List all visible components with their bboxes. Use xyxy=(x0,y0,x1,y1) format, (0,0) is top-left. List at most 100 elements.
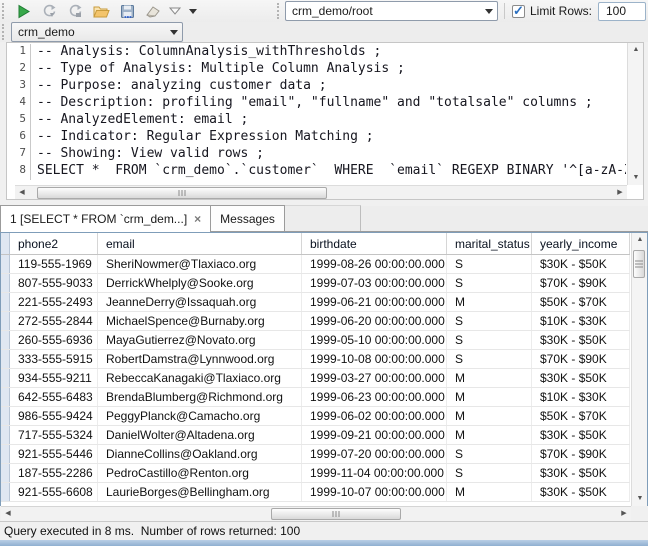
commit-button[interactable] xyxy=(36,1,62,21)
table-cell[interactable]: DanielWolter@Altadena.org xyxy=(98,426,302,444)
table-cell[interactable]: $70K - $90K xyxy=(532,350,630,368)
editor-line[interactable]: 3-- Purpose: analyzing customer data ; xyxy=(7,78,626,95)
table-cell[interactable]: 1999-06-21 00:00:00.000 xyxy=(302,293,447,311)
table-cell[interactable]: RobertDamstra@Lynnwood.org xyxy=(98,350,302,368)
table-row[interactable]: 260-555-6936MayaGutierrez@Novato.org1999… xyxy=(1,331,630,350)
table-cell[interactable]: 1999-11-04 00:00:00.000 xyxy=(302,464,447,482)
table-row[interactable]: 642-555-6483BrendaBlumberg@Richmond.org1… xyxy=(1,388,630,407)
scroll-right-icon[interactable]: ▶ xyxy=(617,507,631,521)
open-dropdown-button[interactable] xyxy=(166,1,184,21)
scroll-left-icon[interactable]: ◀ xyxy=(15,186,29,200)
table-cell[interactable]: 1999-08-26 00:00:00.000 xyxy=(302,255,447,273)
table-cell[interactable]: 272-555-2844 xyxy=(10,312,98,330)
table-cell[interactable]: 1999-07-03 00:00:00.000 xyxy=(302,274,447,292)
table-cell[interactable]: S xyxy=(447,312,532,330)
table-row[interactable]: 807-555-9033DerrickWhelply@Sooke.org1999… xyxy=(1,274,630,293)
column-header-phone2[interactable]: phone2 xyxy=(10,233,98,254)
scrollbar-thumb[interactable] xyxy=(633,250,645,278)
table-vertical-scrollbar[interactable]: ▲ ▼ xyxy=(631,233,647,506)
table-cell[interactable]: DianneCollins@Oakland.org xyxy=(98,445,302,463)
connection-combo[interactable]: crm_demo/root xyxy=(285,1,498,21)
editor-line[interactable]: 1-- Analysis: ColumnAnalysis_withThresho… xyxy=(7,44,626,61)
table-row[interactable]: 986-555-9424PeggyPlanck@Camacho.org1999-… xyxy=(1,407,630,426)
table-cell[interactable]: PedroCastillo@Renton.org xyxy=(98,464,302,482)
editor-line[interactable]: 2-- Type of Analysis: Multiple Column An… xyxy=(7,61,626,78)
close-icon[interactable]: × xyxy=(194,212,201,226)
table-cell[interactable]: 717-555-5324 xyxy=(10,426,98,444)
column-header-birthdate[interactable]: birthdate xyxy=(302,233,447,254)
table-cell[interactable]: 921-555-6608 xyxy=(10,483,98,501)
table-row[interactable]: 221-555-2493JeanneDerry@Issaquah.org1999… xyxy=(1,293,630,312)
table-cell[interactable]: SheriNowmer@Tlaxiaco.org xyxy=(98,255,302,273)
table-cell[interactable]: 221-555-2493 xyxy=(10,293,98,311)
scroll-right-icon[interactable]: ▶ xyxy=(613,186,627,200)
scroll-up-icon[interactable]: ▲ xyxy=(633,233,647,247)
table-cell[interactable]: RebeccaKanagaki@Tlaxiaco.org xyxy=(98,369,302,387)
table-cell[interactable]: $30K - $50K xyxy=(532,464,630,482)
table-row[interactable]: 187-555-2286PedroCastillo@Renton.org1999… xyxy=(1,464,630,483)
editor-line[interactable]: 4-- Description: profiling "email", "ful… xyxy=(7,95,626,112)
editor-horizontal-scrollbar[interactable]: ◀ ▶ xyxy=(15,185,627,199)
table-cell[interactable]: 260-555-6936 xyxy=(10,331,98,349)
table-horizontal-scrollbar[interactable]: ◀ ▶ xyxy=(1,506,631,521)
table-row[interactable]: 119-555-1969SheriNowmer@Tlaxiaco.org1999… xyxy=(1,255,630,274)
table-cell[interactable]: 642-555-6483 xyxy=(10,388,98,406)
table-cell[interactable]: S xyxy=(447,445,532,463)
table-cell[interactable]: $50K - $70K xyxy=(532,293,630,311)
table-cell[interactable]: S xyxy=(447,464,532,482)
table-cell[interactable]: $30K - $50K xyxy=(532,331,630,349)
table-cell[interactable]: $30K - $50K xyxy=(532,255,630,273)
scroll-down-icon[interactable]: ▼ xyxy=(629,171,643,185)
table-cell[interactable]: 1999-06-23 00:00:00.000 xyxy=(302,388,447,406)
results-tab-1[interactable]: Messages xyxy=(211,205,285,231)
sql-editor[interactable]: 1-- Analysis: ColumnAnalysis_withThresho… xyxy=(6,42,644,200)
scroll-down-icon[interactable]: ▼ xyxy=(633,492,647,506)
column-header-yearly_income[interactable]: yearly_income xyxy=(532,233,630,254)
table-row[interactable]: 333-555-5915RobertDamstra@Lynnwood.org19… xyxy=(1,350,630,369)
table-row[interactable]: 921-555-6608LaurieBorges@Bellingham.org1… xyxy=(1,483,630,502)
scroll-up-icon[interactable]: ▲ xyxy=(629,43,643,57)
scrollbar-thumb[interactable] xyxy=(37,187,327,199)
table-row[interactable]: 272-555-2844MichaelSpence@Burnaby.org199… xyxy=(1,312,630,331)
table-cell[interactable]: M xyxy=(447,293,532,311)
table-cell[interactable]: S xyxy=(447,331,532,349)
table-cell[interactable]: M xyxy=(447,407,532,425)
table-row[interactable]: 934-555-9211RebeccaKanagaki@Tlaxiaco.org… xyxy=(1,369,630,388)
table-cell[interactable]: 1999-10-07 00:00:00.000 xyxy=(302,483,447,501)
table-cell[interactable]: $70K - $90K xyxy=(532,445,630,463)
table-cell[interactable]: 1999-05-10 00:00:00.000 xyxy=(302,331,447,349)
table-cell[interactable]: BrendaBlumberg@Richmond.org xyxy=(98,388,302,406)
toolbar-gripper-3[interactable] xyxy=(2,24,7,40)
table-cell[interactable]: 1999-06-20 00:00:00.000 xyxy=(302,312,447,330)
results-table[interactable]: phone2emailbirthdatemarital_statusyearly… xyxy=(1,233,630,506)
table-cell[interactable]: 333-555-5915 xyxy=(10,350,98,368)
scrollbar-thumb[interactable] xyxy=(271,508,401,520)
table-cell[interactable]: $10K - $30K xyxy=(532,388,630,406)
table-cell[interactable]: S xyxy=(447,255,532,273)
limit-rows-checkbox[interactable]: ✓ xyxy=(512,5,525,18)
run-query-button[interactable] xyxy=(10,1,36,21)
table-cell[interactable]: 807-555-9033 xyxy=(10,274,98,292)
editor-line[interactable]: 5-- AnalyzedElement: email ; xyxy=(7,112,626,129)
table-cell[interactable]: 934-555-9211 xyxy=(10,369,98,387)
table-cell[interactable]: M xyxy=(447,483,532,501)
column-header-marital_status[interactable]: marital_status xyxy=(447,233,532,254)
table-row[interactable]: 921-555-5446DianneCollins@Oakland.org199… xyxy=(1,445,630,464)
table-cell[interactable]: $70K - $90K xyxy=(532,274,630,292)
table-cell[interactable]: M xyxy=(447,388,532,406)
toolbar-gripper[interactable] xyxy=(2,3,7,19)
editor-line[interactable]: 8SELECT * FROM `crm_demo`.`customer` WHE… xyxy=(7,163,626,180)
table-cell[interactable]: 187-555-2286 xyxy=(10,464,98,482)
table-cell[interactable]: PeggyPlanck@Camacho.org xyxy=(98,407,302,425)
table-cell[interactable]: MichaelSpence@Burnaby.org xyxy=(98,312,302,330)
table-cell[interactable]: JeanneDerry@Issaquah.org xyxy=(98,293,302,311)
table-cell[interactable]: $30K - $50K xyxy=(532,426,630,444)
editor-line[interactable]: 6-- Indicator: Regular Expression Matchi… xyxy=(7,129,626,146)
editor-lines[interactable]: 1-- Analysis: ColumnAnalysis_withThresho… xyxy=(7,44,626,184)
editor-vertical-scrollbar[interactable]: ▲ ▼ xyxy=(627,43,643,185)
catalog-combo[interactable]: crm_demo xyxy=(11,22,183,42)
table-cell[interactable]: 119-555-1969 xyxy=(10,255,98,273)
limit-rows-input[interactable] xyxy=(598,2,646,21)
clear-sql-button[interactable] xyxy=(140,1,166,21)
table-row[interactable]: 717-555-5324DanielWolter@Altadena.org199… xyxy=(1,426,630,445)
